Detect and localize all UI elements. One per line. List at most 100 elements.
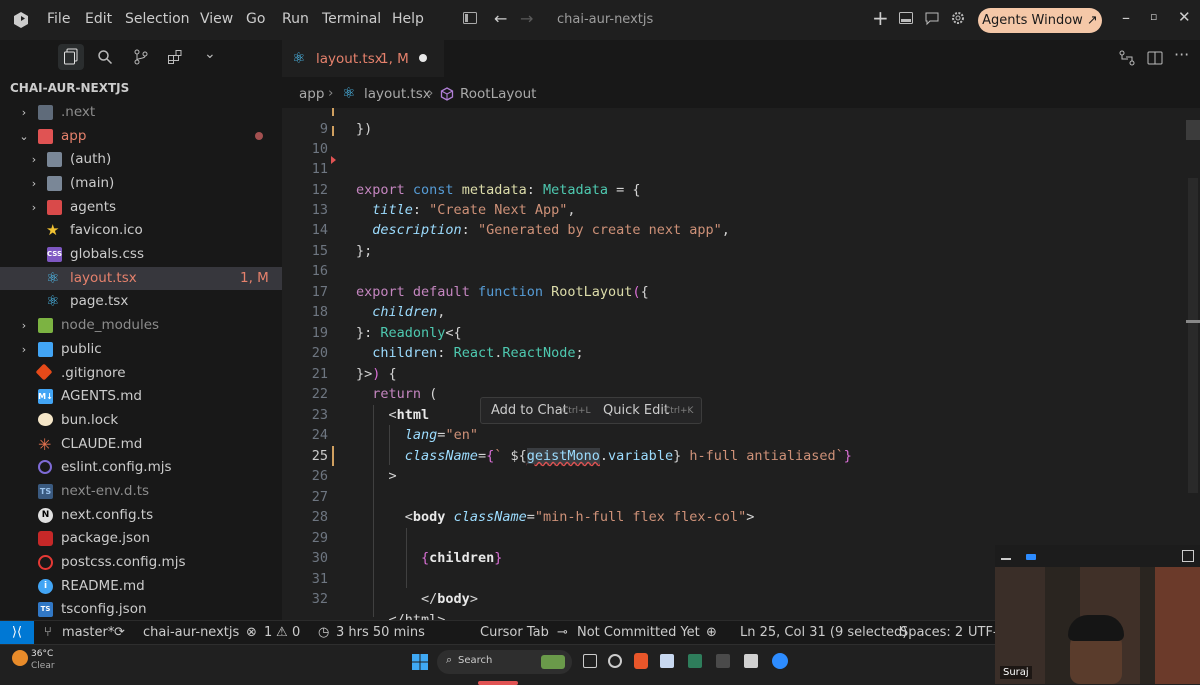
editor-scrollbar[interactable] — [1186, 108, 1200, 620]
error-count[interactable]: 1 — [264, 621, 272, 645]
coding-time[interactable]: 3 hrs 50 mins — [336, 621, 425, 645]
copilot-icon[interactable] — [608, 654, 622, 668]
tree-item-package-json[interactable]: package.json — [0, 527, 282, 550]
sync-icon[interactable]: ⟳ — [114, 621, 125, 645]
code-line: 19}: Readonly<{ — [311, 325, 462, 341]
task-view-icon[interactable] — [583, 654, 597, 668]
tree-item-main[interactable]: › (main) — [0, 172, 282, 195]
file-tree: › .next ⌄ app › (auth) › (main) › agents… — [0, 0, 282, 620]
add-to-chat-button[interactable]: Add to Chat — [491, 398, 568, 423]
forward-arrow-icon[interactable]: → — [520, 9, 533, 28]
panel-layout-icon[interactable] — [898, 10, 914, 26]
scrollbar-thumb[interactable] — [1188, 178, 1198, 493]
expand-icon[interactable] — [1182, 550, 1194, 562]
code-editor[interactable]: 9}) 10 11 12 export const metadata: Metad… — [282, 108, 1186, 620]
quick-edit-button[interactable]: Quick Edit — [603, 398, 669, 423]
breadcrumb-item-app[interactable]: app — [299, 86, 324, 102]
react-icon: ⚛ — [46, 292, 60, 310]
project-name[interactable]: chai-aur-nextjs — [143, 621, 239, 645]
menu-run[interactable]: Run — [282, 11, 309, 27]
react-icon: ⚛ — [292, 49, 306, 67]
tree-item-agents[interactable]: › agents — [0, 196, 282, 219]
maximize-icon[interactable]: ▫ — [1150, 10, 1157, 23]
tree-item-public[interactable]: › public — [0, 338, 282, 361]
code-line: 11 — [311, 161, 328, 177]
tree-item-globals-css[interactable]: CSS globals.css — [0, 243, 282, 266]
tree-item-claude-md[interactable]: ✳ CLAUDE.md — [0, 433, 282, 456]
git-blame-status[interactable]: Not Committed Yet — [577, 621, 700, 645]
postcss-icon — [38, 555, 53, 570]
tree-item-label: (auth) — [70, 151, 112, 167]
nextjs-icon: N — [38, 508, 53, 523]
code-line: 20 children: React.ReactNode; — [311, 345, 584, 361]
tree-item-auth[interactable]: › (auth) — [0, 148, 282, 171]
breadcrumb-item-symbol[interactable]: RootLayout — [460, 86, 536, 102]
tree-item-node-modules[interactable]: › node_modules — [0, 314, 282, 337]
weather-temp[interactable]: 36°C — [31, 649, 53, 659]
code-line: 22 return ( — [311, 386, 438, 402]
tree-item-readme[interactable]: i README.md — [0, 575, 282, 598]
minimize-icon[interactable] — [1001, 558, 1011, 560]
tree-item-eslint-config[interactable]: eslint.config.mjs — [0, 456, 282, 479]
brave-icon[interactable] — [634, 653, 648, 669]
search-highlight-icon — [541, 655, 565, 669]
tab-layout-tsx[interactable]: ⚛ layout.tsx 1, M — [282, 40, 444, 77]
tree-item-next-env[interactable]: TS next-env.d.ts — [0, 480, 282, 503]
terminal-app-icon[interactable] — [716, 654, 730, 668]
tree-item-tsconfig[interactable]: TS tsconfig.json — [0, 598, 282, 621]
tree-item-gitignore[interactable]: .gitignore — [0, 362, 282, 385]
minimap-slider[interactable] — [1186, 120, 1200, 140]
tree-item-page-tsx[interactable]: ⚛ page.tsx — [0, 290, 282, 313]
git-branch[interactable]: master* — [62, 621, 114, 645]
chevron-right-icon: › — [31, 177, 37, 190]
zoom-icon[interactable]: ⊕ — [706, 621, 717, 645]
encoding[interactable]: UTF- — [968, 621, 998, 645]
minimize-icon[interactable]: – — [1122, 8, 1130, 27]
breadcrumb-item-file[interactable]: layout.tsx — [364, 86, 431, 102]
chat-bubble-icon[interactable] — [924, 10, 940, 26]
zoom-app-icon[interactable] — [772, 653, 788, 669]
compare-changes-icon[interactable] — [1118, 49, 1136, 67]
new-chat-plus-icon[interactable]: + — [872, 6, 889, 30]
folder-icon — [47, 176, 62, 191]
tree-item-label: .gitignore — [61, 365, 126, 381]
gear-icon[interactable] — [950, 10, 966, 26]
tab-label: layout.tsx — [316, 51, 383, 67]
camera-icon[interactable] — [1026, 554, 1036, 560]
remote-button[interactable]: ⟩⟨ — [0, 621, 34, 645]
toggle-sidebar-icon[interactable] — [462, 10, 478, 26]
cursor-app-icon[interactable] — [744, 654, 758, 668]
tree-item-postcss-config[interactable]: postcss.config.mjs — [0, 551, 282, 574]
taskbar-search[interactable]: ⌕ Search — [437, 650, 572, 674]
menu-help[interactable]: Help — [392, 11, 424, 27]
unsaved-dot-icon[interactable] — [419, 54, 427, 62]
tree-item-favicon[interactable]: ★ favicon.ico — [0, 219, 282, 242]
menu-terminal[interactable]: Terminal — [322, 11, 381, 27]
chevron-right-icon: › — [21, 106, 27, 119]
tree-item-agents-md[interactable]: M↓ AGENTS.md — [0, 385, 282, 408]
tree-item-app[interactable]: ⌄ app — [0, 125, 282, 148]
tree-item-label: package.json — [61, 530, 150, 546]
tree-item-bun-lock[interactable]: bun.lock — [0, 409, 282, 432]
indentation[interactable]: Spaces: 2 — [900, 621, 963, 645]
split-editor-icon[interactable] — [1146, 49, 1164, 67]
agents-window-button[interactable]: Agents Window ↗ — [978, 8, 1102, 33]
tree-item-label: bun.lock — [61, 412, 119, 428]
cursor-tab-status[interactable]: Cursor Tab — [480, 621, 549, 645]
more-actions-icon[interactable]: ··· — [1174, 45, 1189, 64]
notes-app-icon[interactable] — [660, 654, 674, 668]
store-app-icon[interactable] — [688, 654, 702, 668]
active-app-indicator — [478, 681, 518, 685]
tree-item-layout-tsx[interactable]: ⚛ layout.tsx 1, M — [0, 267, 282, 290]
close-icon[interactable]: ✕ — [1178, 8, 1191, 26]
cursor-position[interactable]: Ln 25, Col 31 (9 selected) — [740, 621, 907, 645]
breadcrumb: app › ⚛ layout.tsx › RootLayout — [282, 83, 1182, 105]
clock-icon: ◷ — [318, 625, 330, 640]
tree-item-next[interactable]: › .next — [0, 101, 282, 124]
warning-count[interactable]: 0 — [292, 621, 300, 645]
back-arrow-icon[interactable]: ← — [494, 9, 507, 28]
tree-item-next-config[interactable]: N next.config.ts — [0, 504, 282, 527]
code-line: 15}; — [311, 243, 373, 259]
chevron-right-icon: › — [31, 153, 37, 166]
windows-start-icon[interactable] — [411, 653, 429, 671]
